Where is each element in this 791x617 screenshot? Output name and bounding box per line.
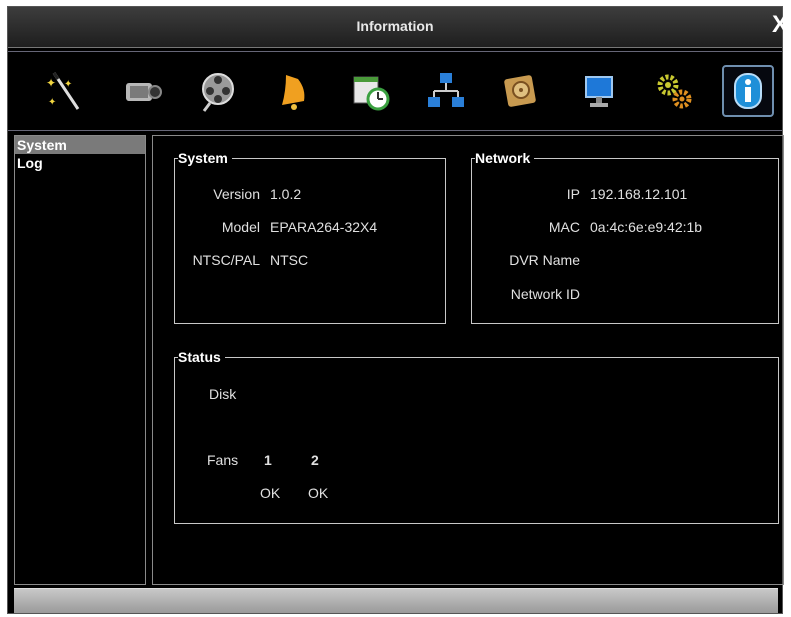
system-group-heading: System (178, 149, 232, 167)
camera-icon[interactable] (116, 65, 168, 117)
information-window: Information X ✦ ✦ ✦ System Log System Ve… (7, 6, 788, 614)
network-icon[interactable] (420, 65, 472, 117)
category-list: System Log (14, 135, 146, 585)
fan-1-status: OK (260, 485, 281, 501)
fans-label: Fans (207, 452, 239, 468)
wizard-icon[interactable]: ✦ ✦ ✦ (38, 65, 90, 117)
disk-label: Disk (209, 386, 237, 402)
close-button[interactable]: X (772, 13, 788, 37)
fan-1-number: 1 (264, 452, 272, 468)
status-group: Status Disk Fans 1 2 OK OK (174, 348, 779, 524)
bottom-status-bar (14, 588, 778, 613)
network-group: Network IP 192.168.12.101 MAC 0a:4c:6e:e… (471, 149, 779, 324)
model-label: Model (221, 219, 260, 235)
fan-2-status: OK (308, 485, 329, 501)
settings-gears-icon[interactable] (648, 65, 700, 117)
menu-toolbar: ✦ ✦ ✦ (8, 51, 782, 131)
sidebar-item-system[interactable]: System (15, 136, 145, 154)
status-group-heading: Status (178, 348, 225, 366)
ip-value: 192.168.12.101 (590, 186, 688, 202)
info-icon[interactable] (722, 65, 774, 117)
title-bar: Information X (8, 7, 788, 48)
network-id-label: Network ID (510, 286, 580, 302)
display-monitor-icon[interactable] (574, 65, 626, 117)
alarm-bell-icon[interactable] (268, 65, 320, 117)
window-title: Information (356, 18, 434, 34)
film-reel-icon[interactable] (192, 65, 244, 117)
schedule-calendar-icon[interactable] (344, 65, 396, 117)
storage-disk-icon[interactable] (496, 65, 548, 117)
mac-label: MAC (548, 219, 580, 235)
ntsc-pal-value: NTSC (270, 252, 309, 268)
ip-label: IP (566, 186, 580, 202)
system-group: System Version 1.0.2 Model EPARA264-32X4… (174, 149, 446, 324)
information-panel: System Version 1.0.2 Model EPARA264-32X4… (152, 135, 784, 585)
fan-2-number: 2 (311, 452, 319, 468)
svg-text:✦: ✦ (46, 76, 56, 90)
dvr-name-label: DVR Name (509, 252, 580, 268)
network-group-heading: Network (475, 149, 535, 167)
sidebar-item-log[interactable]: Log (15, 154, 145, 172)
version-value: 1.0.2 (270, 186, 302, 202)
model-value: EPARA264-32X4 (270, 219, 378, 235)
mac-value: 0a:4c:6e:e9:42:1b (590, 219, 703, 235)
ntsc-pal-label: NTSC/PAL (192, 252, 260, 268)
version-label: Version (213, 186, 260, 202)
svg-text:✦: ✦ (64, 79, 72, 90)
svg-text:✦: ✦ (48, 97, 56, 108)
